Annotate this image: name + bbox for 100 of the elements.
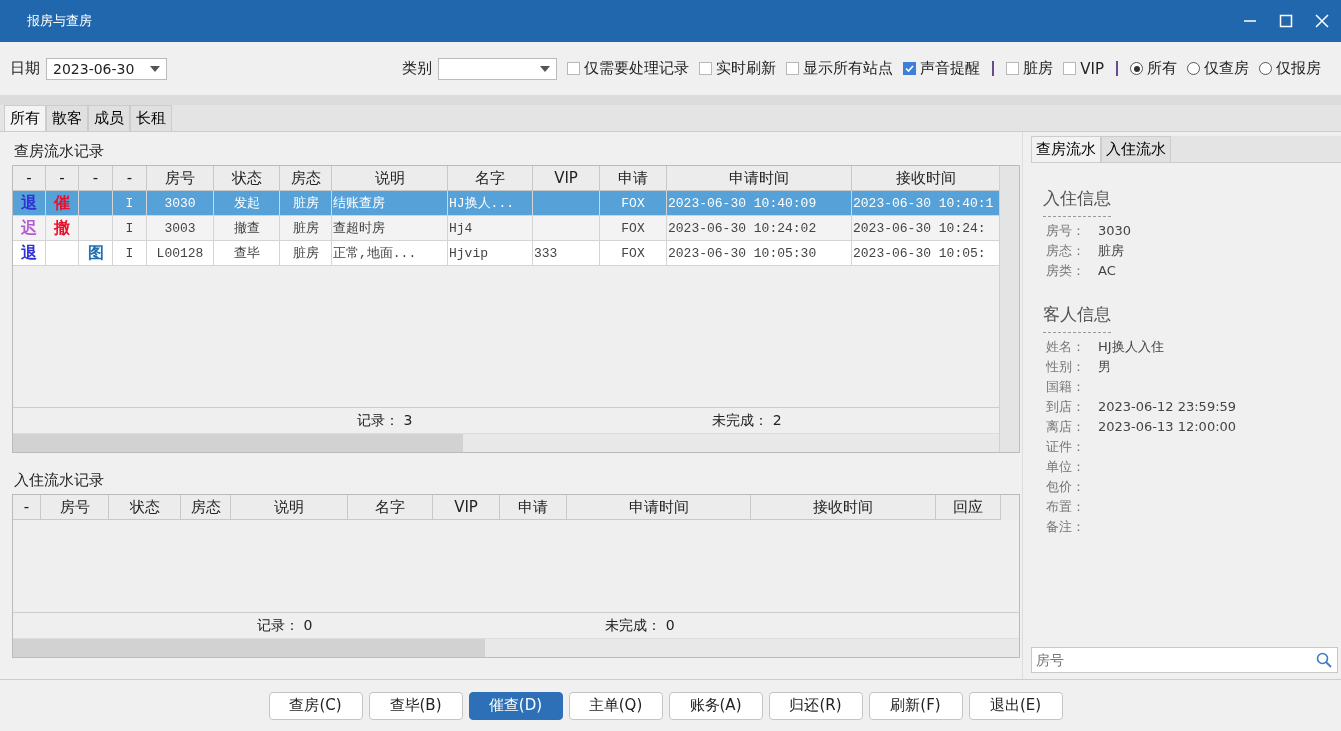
table-cell: 2023-06-30 10:40:1	[853, 195, 994, 211]
table-cell-text: 脏房	[292, 195, 319, 212]
tab[interactable]: 散客	[46, 105, 88, 131]
action-button[interactable]: 查毕(B)	[368, 691, 463, 720]
action-button[interactable]: 刷新(F)	[868, 691, 963, 720]
status-mark: 图	[87, 242, 104, 264]
window-title: 报房与查房	[27, 12, 92, 30]
field-value: 脏房	[1098, 242, 1124, 260]
table-cell: FOX	[621, 245, 645, 261]
radio-button[interactable]: 仅查房	[1187, 59, 1249, 78]
status-mark: 催	[54, 192, 70, 214]
table-cell: 2023-06-30 10:05:30	[668, 245, 817, 261]
field-label: 房类：	[1046, 262, 1086, 280]
field-label: 姓名：	[1046, 338, 1086, 356]
status-mark: 退	[21, 242, 37, 264]
section-title: 入住流水记录	[13, 470, 105, 491]
action-button[interactable]: 查房(C)	[268, 691, 363, 720]
table-cell: FOX	[621, 220, 645, 236]
field-label: 单位：	[1046, 458, 1086, 476]
tab[interactable]: 长租	[130, 105, 172, 131]
field-value: 3030	[1098, 222, 1132, 240]
action-button[interactable]: 归还(R)	[768, 691, 863, 720]
record-count: 记录： 0	[257, 616, 313, 635]
table-cell: 3003	[164, 220, 196, 236]
section-title: 查房流水记录	[13, 141, 105, 162]
table-cell-text: 发起	[233, 195, 260, 212]
status-mark: 撤	[54, 217, 70, 239]
date-dropdown[interactable]: 2023-06-30	[46, 57, 167, 80]
table-cell: 333	[534, 245, 558, 261]
table-cell-text: 脏房	[292, 245, 319, 262]
table-cell: Hj4	[449, 220, 473, 236]
table-row[interactable]: 迟 撤 I 3003 撤查 脏房 查超时房 Hj4 FOX 2023-06-30 10:24:02 2023-06-30 10:24:	[13, 216, 999, 241]
record-count: 记录： 3	[357, 411, 413, 430]
date-label: 日期	[10, 59, 40, 78]
search-field[interactable]: 房号	[1031, 647, 1338, 673]
field-value: 男	[1098, 358, 1111, 376]
table-cell-text: 结账查房	[333, 195, 385, 212]
table-cell-text: 撤查	[233, 220, 260, 237]
field-label: 房号：	[1046, 222, 1086, 240]
table-cell-text: 脏房	[292, 220, 319, 237]
checkbox[interactable]: 显示所有站点	[786, 59, 894, 78]
tab[interactable]: 查房流水	[1031, 136, 1101, 162]
field-value: HJ换人入住	[1098, 338, 1164, 356]
action-button[interactable]: 催查(D)	[468, 691, 563, 720]
field-label: 包价：	[1046, 478, 1086, 496]
field-label: 证件：	[1046, 438, 1086, 456]
status-mark: 迟	[21, 217, 37, 239]
checkbox[interactable]: 实时刷新	[699, 59, 777, 78]
table-cell: I	[125, 245, 134, 261]
field-label: 房态：	[1046, 242, 1086, 260]
horizontal-scrollbar[interactable]	[13, 638, 1019, 657]
action-button[interactable]: 退出(E)	[968, 691, 1063, 720]
table-cell: I	[125, 195, 134, 211]
table-cell-text: HJ换人...	[449, 195, 514, 212]
caret-icon[interactable]	[540, 65, 551, 72]
table-cell: FOX	[621, 195, 645, 211]
tab[interactable]: 成员	[88, 105, 130, 131]
table-cell: 2023-06-30 10:24:	[853, 220, 986, 236]
radio-button[interactable]: 仅报房	[1259, 59, 1321, 78]
caret-icon[interactable]	[150, 65, 160, 72]
table-cell: 2023-06-30 10:05:	[853, 245, 986, 261]
field-label: 国籍：	[1046, 378, 1086, 396]
checkbox[interactable]: VIP	[1063, 59, 1104, 78]
table-row[interactable]: 退 图 I L00128 查毕 脏房 正常,地面... Hjvip 333 FOX 2023-06-30 10:05:30 2023-06-30 10:05:	[13, 241, 999, 266]
field-label: 备注：	[1046, 518, 1086, 536]
table-cell: I	[125, 220, 134, 236]
table-cell-text: 正常,地面...	[333, 245, 417, 262]
vertical-scrollbar[interactable]	[999, 166, 1019, 452]
field-label: 离店：	[1046, 418, 1086, 436]
table-cell-text: 查毕	[233, 245, 260, 262]
field-label: 到店：	[1046, 398, 1086, 416]
checkbox[interactable]: 脏房	[1006, 59, 1054, 78]
maximize-icon[interactable]	[1279, 14, 1293, 28]
table-cell-text: 查超时房	[333, 220, 385, 237]
field-value: 2023-06-13 12:00:00	[1098, 418, 1237, 436]
pending-count: 未完成： 0	[605, 616, 675, 635]
status-mark: 退	[21, 192, 37, 214]
search-icon[interactable]	[1316, 652, 1332, 668]
checkmark-icon	[904, 63, 916, 74]
table-cell: 3030	[164, 195, 196, 211]
field-label: 性别：	[1046, 358, 1086, 376]
field-value: AC	[1098, 262, 1116, 280]
section-title: 入住信息	[1043, 187, 1112, 210]
table-cell: 2023-06-30 10:40:09	[668, 195, 817, 211]
tab[interactable]: 所有	[4, 105, 46, 131]
action-button[interactable]: 主单(Q)	[568, 691, 663, 720]
field-value: 2023-06-12 23:59:59	[1098, 398, 1237, 416]
checkbox[interactable]: 仅需要处理记录	[567, 59, 690, 78]
category-label: 类别	[402, 59, 433, 78]
field-label: 布置：	[1046, 498, 1086, 516]
checkbox[interactable]: 声音提醒	[903, 59, 981, 78]
horizontal-scrollbar[interactable]	[13, 433, 999, 452]
tab[interactable]: 入住流水	[1101, 136, 1171, 162]
close-icon[interactable]	[1315, 14, 1329, 28]
section-title: 客人信息	[1043, 303, 1112, 326]
action-button[interactable]: 账务(A)	[668, 691, 763, 720]
table-cell: 2023-06-30 10:24:02	[668, 220, 817, 236]
pending-count: 未完成： 2	[712, 411, 782, 430]
table-cell: L00128	[156, 245, 204, 261]
radio-button[interactable]: 所有	[1130, 59, 1177, 78]
